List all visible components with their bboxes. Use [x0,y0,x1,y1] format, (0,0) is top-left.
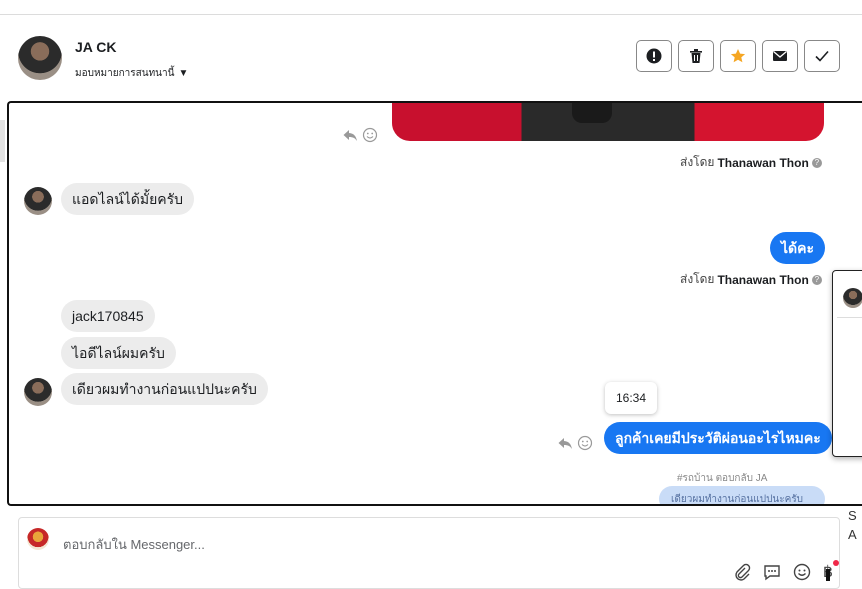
help-icon[interactable]: ? [811,157,822,168]
message-actions [557,435,593,451]
sent-by-prefix: ส่งโดย [680,155,715,169]
saved-reply-icon[interactable] [763,563,781,581]
star-button[interactable] [720,40,756,72]
mark-unread-button[interactable] [762,40,798,72]
assign-conversation-dropdown[interactable]: มอบหมายการสนทนานี้ ▼ [75,66,188,81]
outgoing-message[interactable]: ได้คะ [770,232,826,264]
sent-by-name: Thanawan Thon [717,272,809,287]
caret-down-icon: ▼ [178,68,189,79]
report-button[interactable] [636,40,672,72]
assign-label: มอบหมายการสนทนานี้ [75,68,175,79]
sent-by-prefix: ส่งโดย [680,272,715,286]
composer-tools: ฿ [733,560,839,582]
trash-icon [690,49,702,63]
reply-composer[interactable]: ตอบกลับใน Messenger... ฿ [18,517,840,589]
scroll-marker [826,569,830,581]
outgoing-message[interactable]: ลูกค้าเคยมีประวัติผ่อนอะไรไหมคะ [604,422,832,454]
attach-icon[interactable] [733,563,751,581]
mark-done-button[interactable] [804,40,840,72]
incoming-message[interactable]: เดียวผมทำงานก่อนแปปนะครับ [61,373,268,405]
sent-by-label: ส่งโดย Thanawan Thon ? [680,270,822,289]
side-text-fragment: S [848,508,857,523]
reply-icon[interactable] [342,127,358,143]
timestamp-tooltip: 16:34 [605,382,657,414]
action-buttons [636,40,840,72]
left-scrollbar[interactable] [0,120,5,162]
page-avatar [27,528,49,550]
emoji-react-icon[interactable] [362,127,378,143]
reply-input[interactable]: ตอบกลับใน Messenger... [63,534,205,555]
contact-avatar[interactable] [18,36,62,80]
delete-button[interactable] [678,40,714,72]
incoming-message[interactable]: แอดไลน์ได้มั้ยครับ [61,183,195,215]
emoji-icon[interactable] [793,563,811,581]
conversation-header: JA CK มอบหมายการสนทนานี้ ▼ [0,15,862,101]
message-thread: ส่งโดย Thanawan Thon ? แอดไลน์ได้มั้ยครั… [7,101,862,506]
report-icon [646,48,662,64]
mail-icon [773,51,787,61]
reply-note: #รถบ้าน ตอบกลับ JA [677,473,768,484]
sent-by-label: ส่งโดย Thanawan Thon ? [680,153,822,172]
emoji-react-icon[interactable] [577,435,593,451]
divider [837,317,862,318]
top-bar [0,0,862,15]
quoted-message[interactable]: เดียวผมทำงานก่อนแปปนะครับ [659,486,825,504]
image-message[interactable] [392,103,824,141]
incoming-message[interactable]: ไอดีไลน์ผมครับ [61,337,176,369]
incoming-message[interactable]: jack170845 [61,300,155,332]
sent-by-name: Thanawan Thon [717,155,809,170]
contact-avatar-small [24,378,52,406]
check-icon [815,50,829,62]
side-popup-panel[interactable] [832,270,862,457]
star-icon [730,49,746,63]
reply-icon[interactable] [557,435,573,451]
message-actions [342,127,378,143]
notification-dot [833,560,839,566]
side-text-fragment: A [848,527,857,542]
side-avatar [843,288,862,308]
contact-name[interactable]: JA CK [75,39,117,55]
help-icon[interactable]: ? [811,274,822,285]
contact-avatar-small [24,187,52,215]
